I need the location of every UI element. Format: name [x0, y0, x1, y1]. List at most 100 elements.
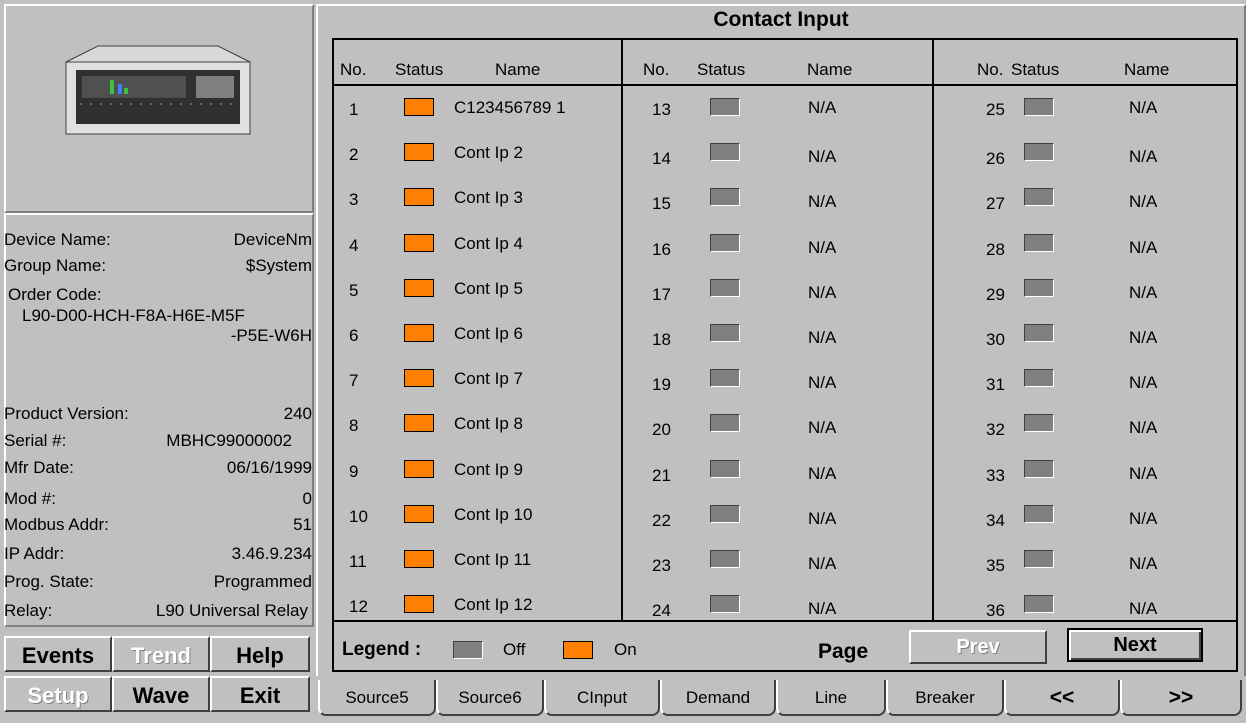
status-indicator [710, 369, 740, 388]
mod-value: 0 [302, 489, 312, 508]
status-indicator [404, 143, 434, 162]
prog-state-value: Programmed [213, 572, 312, 591]
status-indicator [1024, 595, 1054, 614]
status-indicator [710, 595, 740, 614]
input-number: 23 [652, 556, 671, 575]
page-title: Contact Input [713, 8, 849, 31]
input-number: 9 [349, 461, 359, 481]
mod-row: Mod #: 0 [4, 488, 312, 510]
input-number: 6 [349, 326, 359, 345]
status-indicator [710, 233, 740, 252]
status-indicator [1024, 233, 1054, 252]
status-indicator [404, 324, 434, 342]
tab-line[interactable]: Line [776, 680, 886, 716]
tab-cinput[interactable]: CInput [544, 680, 660, 716]
input-number: 11 [349, 552, 367, 571]
input-number: 36 [986, 601, 1005, 621]
tab-source6[interactable]: Source6 [436, 680, 544, 716]
tab-scroll-left[interactable]: << [1004, 680, 1120, 716]
wave-button[interactable]: Wave [112, 676, 210, 712]
input-name: C123456789 1 [454, 98, 566, 117]
status-indicator [710, 414, 740, 433]
input-number: 31 [986, 375, 1005, 395]
trend-button[interactable]: Trend [112, 636, 210, 672]
order-code-line2: -P5E-W6H [230, 326, 312, 345]
exit-button[interactable]: Exit [210, 676, 310, 712]
input-number: 20 [652, 420, 671, 440]
modbus-value: 51 [293, 515, 312, 534]
mfr-date-row: Mfr Date: 06/16/1999 [4, 457, 312, 479]
input-number: 25 [986, 100, 1005, 119]
input-number: 12 [349, 597, 368, 617]
tab-source5[interactable]: Source5 [318, 680, 436, 716]
group-name-value: $System [245, 256, 312, 275]
events-button[interactable]: Events [4, 636, 112, 672]
status-indicator [710, 324, 740, 342]
input-number: 16 [652, 239, 671, 259]
status-indicator [1024, 188, 1054, 207]
tab-scroll-right[interactable]: >> [1120, 680, 1242, 716]
ip-row: IP Addr: 3.46.9.234 [4, 543, 312, 565]
status-indicator [1024, 278, 1054, 297]
input-number: 26 [986, 149, 1005, 169]
relay-device-icon [65, 45, 251, 135]
modbus-label: Modbus Addr: [4, 515, 109, 534]
input-name: Cont Ip 2 [454, 143, 523, 163]
input-number: 33 [986, 465, 1005, 485]
mod-label: Mod #: [4, 489, 56, 508]
input-name: N/A [1129, 192, 1158, 212]
input-name: N/A [1129, 508, 1158, 528]
status-indicator [710, 98, 740, 116]
device-name-label: Device Name: [4, 230, 111, 249]
status-indicator [404, 369, 434, 388]
status-indicator [1024, 143, 1054, 162]
status-indicator [710, 188, 740, 207]
input-name: N/A [808, 554, 837, 573]
input-name: N/A [1129, 554, 1158, 573]
input-number: 34 [986, 510, 1005, 530]
input-name: Cont Ip 3 [454, 188, 523, 208]
input-number: 10 [349, 506, 368, 526]
input-name: N/A [808, 463, 837, 483]
help-button[interactable]: Help [210, 636, 310, 672]
product-version-label: Product Version: [4, 404, 129, 423]
column-divider [621, 38, 623, 622]
input-number: 29 [986, 284, 1005, 304]
group-name-label: Group Name: [4, 256, 107, 275]
col2-header-status: Status [697, 60, 746, 79]
next-button[interactable]: Next [1067, 628, 1203, 662]
input-name: N/A [808, 147, 837, 167]
tab-demand[interactable]: Demand [660, 680, 776, 716]
col3-header-no: No. [977, 60, 1004, 79]
input-number: 5 [349, 280, 359, 300]
order-code-line1: L90-D00-HCH-F8A-H6E-M5F [22, 306, 245, 325]
status-indicator [710, 550, 740, 568]
input-name: Cont Ip 10 [454, 504, 533, 524]
device-image-panel [4, 4, 314, 213]
input-name: N/A [808, 418, 837, 438]
device-name-row: Device Name: DeviceNm [4, 229, 312, 251]
input-name: N/A [808, 237, 837, 257]
relay-value: L90 Universal Relay [155, 601, 308, 620]
input-name: Cont Ip 8 [454, 414, 523, 434]
status-indicator [1024, 550, 1054, 568]
input-name: Cont Ip 4 [454, 233, 523, 253]
page-label: Page [818, 640, 869, 663]
input-name: Cont Ip 11 [454, 550, 532, 569]
input-number: 28 [986, 239, 1005, 259]
input-number: 22 [652, 510, 671, 530]
input-number: 14 [652, 149, 671, 169]
status-indicator [404, 595, 434, 614]
prev-button[interactable]: Prev [909, 630, 1047, 664]
input-name: Cont Ip 7 [454, 369, 523, 389]
input-number: 30 [986, 330, 1005, 349]
legend-on-swatch [563, 641, 593, 659]
status-indicator [710, 504, 740, 523]
input-name: N/A [808, 508, 837, 528]
tab-breaker[interactable]: Breaker [886, 680, 1004, 716]
input-name: Cont Ip 12 [454, 595, 533, 615]
setup-button[interactable]: Setup [4, 676, 112, 712]
header-divider [334, 84, 1236, 86]
input-name: N/A [1129, 237, 1158, 257]
legend-label: Legend : [342, 639, 422, 660]
